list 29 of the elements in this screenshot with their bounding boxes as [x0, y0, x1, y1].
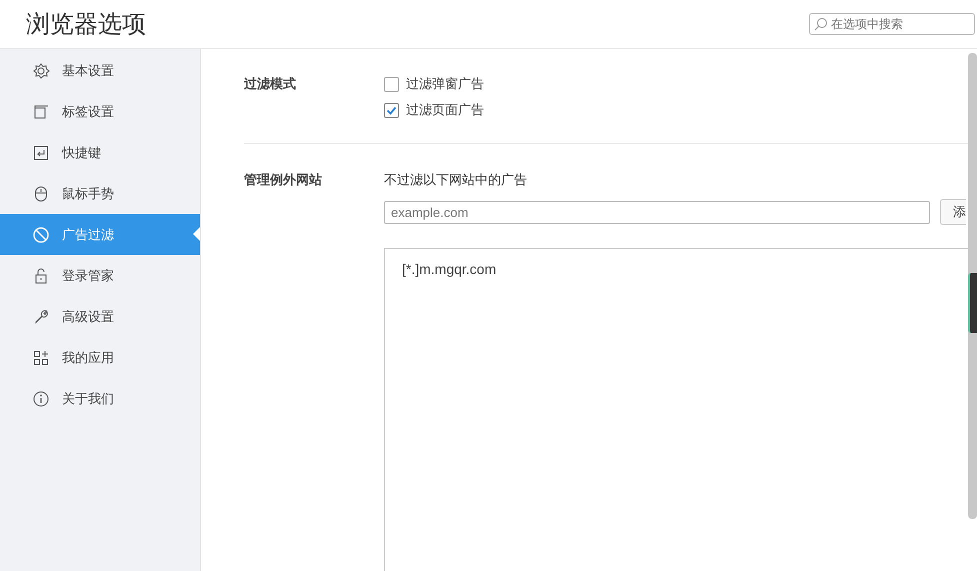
checkbox-label: 过滤页面广告	[406, 101, 484, 119]
sidebar-icon	[32, 348, 50, 366]
site-input-field[interactable]: example.com	[384, 201, 930, 224]
sidebar-icon	[32, 102, 50, 120]
sidebar-item[interactable]: 高级设置	[0, 296, 200, 337]
section-label: 过滤模式	[244, 75, 297, 93]
search-icon	[814, 17, 828, 31]
sidebar-icon	[32, 62, 50, 80]
checkbox[interactable]	[384, 76, 399, 92]
sidebar-item[interactable]: 我的应用	[0, 337, 200, 378]
checkbox[interactable]	[384, 102, 399, 118]
sidebar-icon	[32, 226, 50, 244]
section-label: 管理例外网站	[244, 171, 323, 189]
checkbox-label: 过滤弹窗广告	[406, 75, 484, 93]
sidebar-icon	[32, 184, 50, 202]
search-field[interactable]: 在选项中搜索	[809, 13, 975, 35]
window-title: 浏览器选项	[26, 10, 146, 40]
sidebar-item[interactable]: 基本设置	[0, 50, 200, 91]
sidebar-item[interactable]: 登录管家	[0, 255, 200, 296]
meter-widget-icon	[968, 273, 977, 333]
sidebar-icon	[32, 390, 50, 408]
sidebar-item[interactable]: 鼠标手势	[0, 173, 200, 214]
hint-text: 不过滤以下网站中的广告	[384, 171, 528, 189]
sidebar-icon	[32, 144, 50, 162]
sidebar-item[interactable]: 标签设置	[0, 91, 200, 132]
sidebar-item[interactable]: 快捷键	[0, 132, 200, 173]
sidebar-item[interactable]: 关于我们	[0, 378, 200, 419]
add-button[interactable]: 添	[940, 199, 966, 225]
site-entry[interactable]: [*.]m.mgqr.com	[402, 261, 977, 277]
